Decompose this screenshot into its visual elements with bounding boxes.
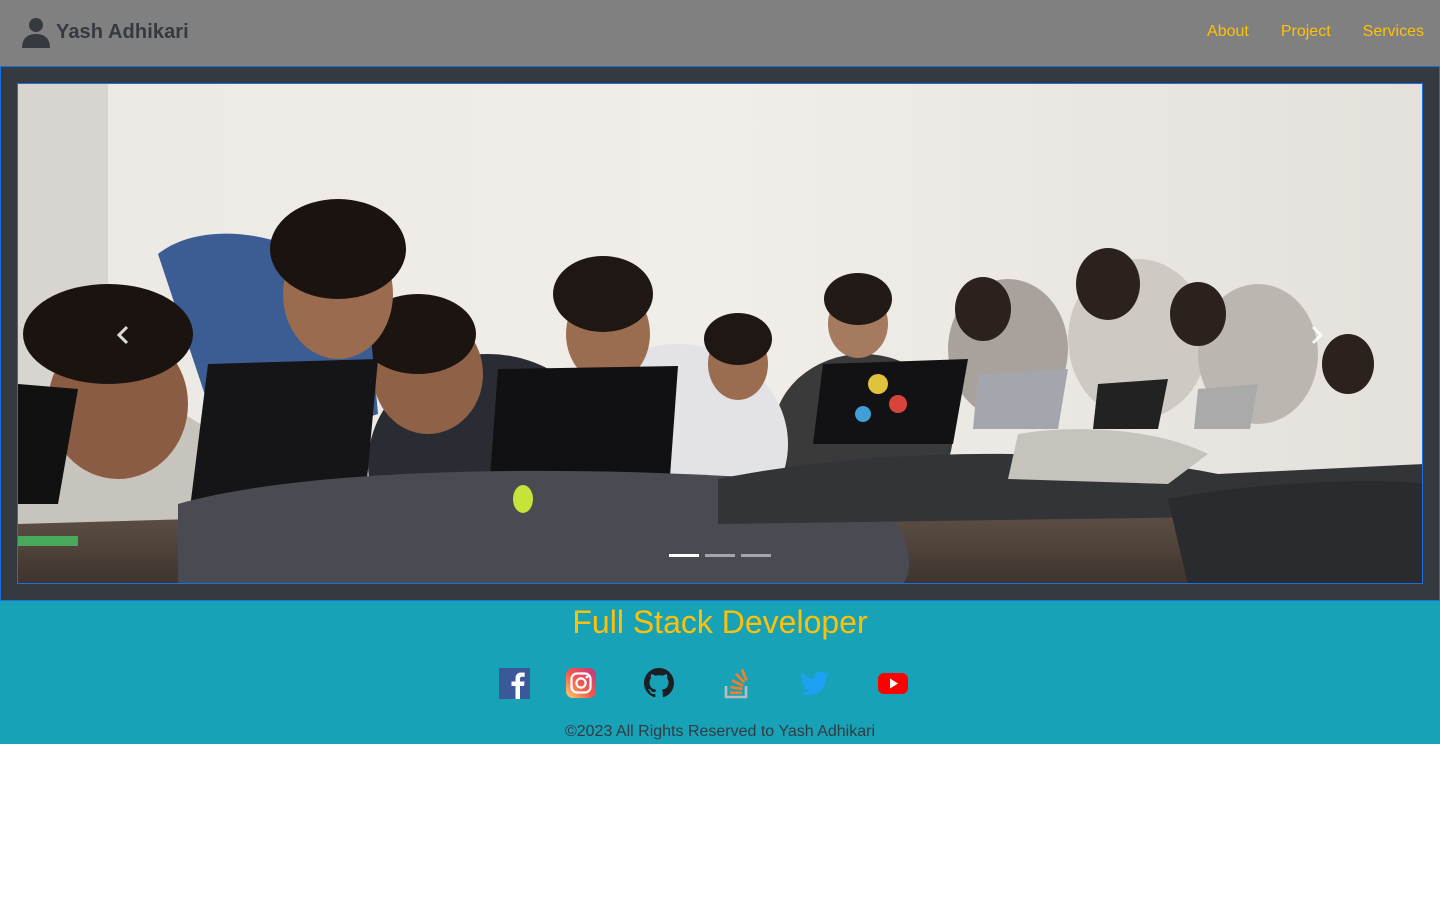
nav-links: About Project Services	[1175, 22, 1424, 42]
stackoverflow-icon[interactable]	[721, 667, 753, 699]
carousel-indicator[interactable]	[669, 554, 699, 557]
carousel-prev-button[interactable]	[108, 320, 138, 350]
navbar: Yash Adhikari About Project Services	[0, 0, 1440, 66]
copyright-text: ©2023 All Rights Reserved to Yash Adhika…	[564, 723, 876, 740]
carousel-indicators	[669, 554, 777, 557]
user-icon	[22, 18, 50, 48]
carousel-indicator[interactable]	[705, 554, 735, 557]
facebook-icon[interactable]	[499, 667, 531, 699]
nav-link-project[interactable]: Project	[1281, 22, 1331, 42]
chevron-left-icon	[116, 325, 129, 345]
nav-link-services[interactable]: Services	[1363, 22, 1424, 42]
chevron-right-icon	[1311, 325, 1324, 345]
github-icon[interactable]	[643, 667, 675, 699]
youtube-icon[interactable]	[877, 667, 909, 699]
brand-name: Yash Adhikari	[56, 20, 189, 43]
carousel-slide-image	[18, 84, 1422, 583]
nav-link-about[interactable]: About	[1207, 22, 1249, 42]
role-title: Full Stack Developer	[572, 604, 868, 640]
instagram-icon[interactable]	[565, 667, 597, 699]
social-links	[0, 667, 1440, 701]
footer: Full Stack Developer ©2023 All Rights Re…	[0, 601, 1440, 744]
twitter-icon[interactable]	[799, 667, 831, 699]
carousel-next-button[interactable]	[1302, 320, 1332, 350]
brand[interactable]: Yash Adhikari	[20, 16, 189, 48]
carousel-section	[0, 66, 1440, 601]
carousel	[17, 83, 1423, 584]
carousel-indicator[interactable]	[741, 554, 771, 557]
